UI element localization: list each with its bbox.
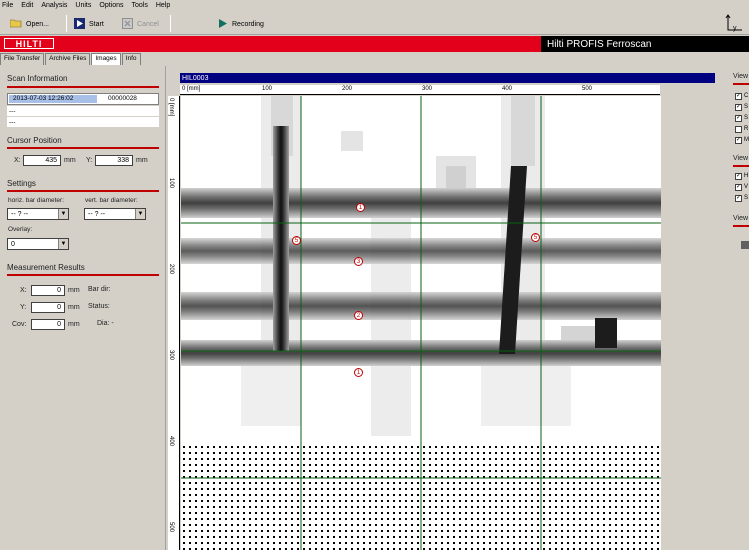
- hilti-logo: HILTI: [4, 38, 54, 49]
- tab-images[interactable]: Images: [91, 53, 121, 65]
- measurement-x-field[interactable]: 0: [31, 285, 65, 296]
- product-title: Hilti PROFIS Ferroscan: [541, 36, 749, 52]
- tab-info[interactable]: Info: [121, 53, 141, 65]
- start-icon: [74, 17, 85, 31]
- measurement-results-title: Measurement Results: [7, 263, 85, 272]
- bar-marker[interactable]: 5: [292, 236, 301, 245]
- scan-info-row[interactable]: 2013-07-03 12:26:02 00000028: [7, 93, 159, 105]
- cursor-position-title: Cursor Position: [7, 136, 62, 145]
- overlay-select[interactable]: 0 ▼: [7, 238, 69, 250]
- recording-button[interactable]: Recording: [218, 17, 264, 31]
- cancel-button[interactable]: Cancel: [122, 17, 159, 31]
- view-checkbox[interactable]: ✓: [735, 195, 742, 202]
- bar-marker[interactable]: 5: [531, 233, 540, 242]
- cursor-y-field[interactable]: 338: [95, 155, 133, 166]
- cursor-x-field[interactable]: 435: [23, 155, 61, 166]
- view-checkbox[interactable]: ✓: [735, 93, 742, 100]
- right-panel: View ✓ C ✓ S ✓ S R ✓ M View ✓ H ✓ V ✓ S …: [733, 73, 749, 550]
- chevron-down-icon: ▼: [58, 209, 68, 219]
- menu-item-tools[interactable]: Tools: [132, 2, 148, 9]
- scan-info-row-2: ---: [7, 106, 159, 116]
- arrow-button[interactable]: [741, 241, 749, 249]
- scan-info-title: Scan Information: [7, 74, 68, 83]
- view-checkbox[interactable]: ✓: [735, 173, 742, 180]
- measurement-cov-field[interactable]: 0: [31, 319, 65, 330]
- menu-item-analysis[interactable]: Analysis: [41, 2, 67, 9]
- y-ruler: 0 [mm] 100 200 300 400 500: [168, 96, 180, 550]
- x-ruler: 0 [mm] 100 200 300 400 500: [180, 85, 660, 95]
- tab-archive-files[interactable]: Archive Files: [45, 53, 91, 65]
- bar-marker[interactable]: 1: [354, 368, 363, 377]
- vert-bar-diameter-select[interactable]: -- ? -- ▼: [84, 208, 146, 220]
- scan-info-row-3: ---: [7, 117, 159, 127]
- settings-title: Settings: [7, 179, 36, 188]
- scan-date: 2013-07-03 12:26:02: [9, 95, 97, 103]
- scan-title-bar: HIL0003: [180, 73, 715, 83]
- play-icon: [218, 18, 228, 31]
- tab-file-transfer[interactable]: File Transfer: [0, 53, 45, 65]
- start-button[interactable]: Start: [74, 17, 104, 31]
- scan-id: 00000028: [108, 95, 137, 102]
- view-checkbox[interactable]: ✓: [735, 137, 742, 144]
- bar-marker[interactable]: 1: [356, 203, 365, 212]
- view-checkbox[interactable]: [735, 126, 742, 133]
- view-checkbox[interactable]: ✓: [735, 104, 742, 111]
- horz-bar-diameter-select[interactable]: -- ? -- ▼: [7, 208, 69, 220]
- scan-image[interactable]: 1 3 2 1 5 5: [181, 96, 661, 550]
- cancel-icon: [122, 17, 133, 31]
- left-panel: Scan Information 2013-07-03 12:26:02 000…: [0, 66, 166, 550]
- toolbar: Open... Start Cancel Recording y: [0, 11, 749, 35]
- chevron-down-icon: ▼: [58, 239, 68, 249]
- menu-item-help[interactable]: Help: [156, 2, 170, 9]
- open-button[interactable]: Open...: [9, 17, 49, 31]
- tab-bar: File Transfer Archive Files Images Info: [0, 53, 170, 66]
- menu-item-options[interactable]: Options: [99, 2, 123, 9]
- menu-item-units[interactable]: Units: [75, 2, 91, 9]
- folder-icon: [9, 18, 22, 30]
- view-checkbox[interactable]: ✓: [735, 115, 742, 122]
- bar-marker[interactable]: 3: [354, 257, 363, 266]
- axis-orientation-icon: y: [724, 14, 746, 36]
- view-checkbox[interactable]: ✓: [735, 184, 742, 191]
- bar-marker[interactable]: 2: [354, 311, 363, 320]
- menu-item-edit[interactable]: Edit: [21, 2, 33, 9]
- chevron-down-icon: ▼: [135, 209, 145, 219]
- menu-bar: File Edit Analysis Units Options Tools Help: [0, 0, 749, 10]
- measurement-y-field[interactable]: 0: [31, 302, 65, 313]
- menu-item-file[interactable]: File: [2, 2, 13, 9]
